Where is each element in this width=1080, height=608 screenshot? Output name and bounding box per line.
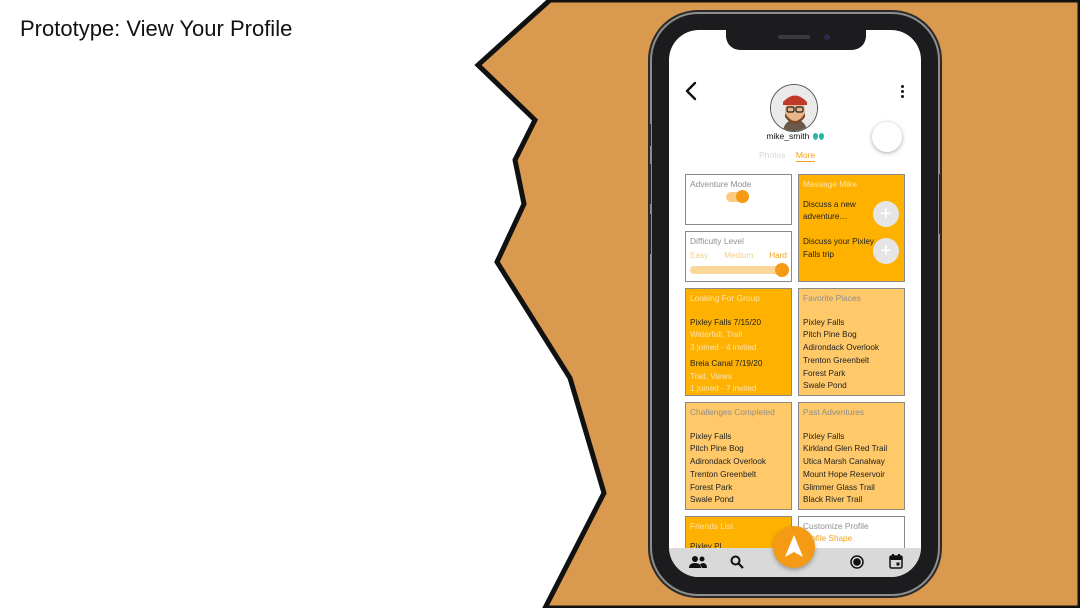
list-item[interactable]: Trenton Greenbelt xyxy=(803,355,900,368)
adventure-mode-card: Adventure Mode xyxy=(685,174,792,225)
list-item[interactable]: Pitch Pine Bog xyxy=(803,329,900,342)
card-title: Message Mike xyxy=(803,179,857,189)
plus-icon[interactable]: + xyxy=(873,238,899,264)
list-item[interactable]: Pixley Falls xyxy=(690,431,787,444)
list-item[interactable]: Adirondack Overlook xyxy=(803,342,900,355)
challenges-card: Challenges Completed Pixley Falls Pitch … xyxy=(685,402,792,510)
pin-icon xyxy=(818,133,824,140)
tab-more[interactable]: More xyxy=(795,150,816,162)
list-item[interactable]: Trenton Greenbelt xyxy=(690,469,787,482)
slide-title: Prototype: View Your Profile xyxy=(20,16,293,41)
profile-tabs: Photos More xyxy=(759,150,823,162)
volume-down-button xyxy=(648,214,651,254)
slider-thumb[interactable] xyxy=(775,263,789,278)
phone-frame: mike_smith Photos More Adventure Mode Di… xyxy=(648,14,942,594)
back-arrow-icon[interactable] xyxy=(683,80,701,102)
group-tags: Trail, Views xyxy=(690,371,732,381)
list-item[interactable]: Swale Pond xyxy=(690,494,787,507)
difficulty-labels: Easy Medium Hard xyxy=(690,250,787,263)
username: mike_smith xyxy=(766,131,810,141)
list-item[interactable]: Glimmer Glass Trail xyxy=(803,482,900,495)
difficulty-slider[interactable] xyxy=(690,263,789,278)
group-status: 3 joined - 4 invited xyxy=(690,343,757,353)
action-button[interactable] xyxy=(872,122,902,152)
phone-screen: mike_smith Photos More Adventure Mode Di… xyxy=(669,30,921,577)
compass-button[interactable] xyxy=(773,526,815,568)
adventure-mode-toggle[interactable] xyxy=(726,190,749,203)
list-item[interactable]: Black River Trail xyxy=(803,494,900,507)
compass-icon xyxy=(785,535,803,557)
card-title: Past Adventures xyxy=(803,407,864,417)
list-item[interactable]: Swale Pond xyxy=(803,380,900,393)
message-item[interactable]: Discuss a new adventure… xyxy=(803,199,881,224)
mute-switch xyxy=(648,124,651,146)
card-title: Favorite Places xyxy=(803,293,861,303)
tab-photos[interactable]: Photos xyxy=(759,150,785,160)
difficulty-easy[interactable]: Easy xyxy=(690,250,708,263)
power-button xyxy=(939,174,942,234)
list-item[interactable]: Pixley Falls xyxy=(803,431,900,444)
list-item[interactable]: Mount Hope Reservoir xyxy=(803,469,900,482)
message-item[interactable]: Discuss your Pixley Falls trip xyxy=(803,236,881,261)
plus-icon[interactable]: + xyxy=(873,201,899,227)
avatar xyxy=(770,84,818,132)
looking-for-group-card: Looking For Group Pixley Falls 7/15/20 W… xyxy=(685,288,792,396)
front-camera xyxy=(824,34,830,40)
more-options-icon[interactable] xyxy=(897,85,907,103)
card-title: Difficulty Level xyxy=(690,236,744,246)
toggle-knob xyxy=(736,190,749,203)
card-title: Customize Profile xyxy=(803,521,869,531)
difficulty-medium[interactable]: Medium xyxy=(724,250,753,263)
notch xyxy=(726,30,866,50)
friends-icon[interactable] xyxy=(689,555,707,569)
list-item[interactable]: Forest Park xyxy=(690,482,787,495)
volume-up-button xyxy=(648,164,651,204)
message-card: Message Mike Discuss a new adventure… Di… xyxy=(798,174,905,282)
list-item[interactable]: Profile Shape xyxy=(803,533,900,546)
avatar-face-icon xyxy=(771,85,817,131)
list-item[interactable]: Utica Marsh Canalway xyxy=(803,456,900,469)
card-title: Looking For Group xyxy=(690,293,760,303)
list-item[interactable]: Forest Park xyxy=(803,368,900,381)
card-title: Challenges Completed xyxy=(690,407,775,417)
group-status: 1 joined - 7 invited xyxy=(690,384,757,394)
past-adventures-card: Past Adventures Pixley Falls Kirkland Gl… xyxy=(798,402,905,510)
difficulty-hard[interactable]: Hard xyxy=(769,250,787,263)
group-name[interactable]: Pixley Falls 7/15/20 xyxy=(690,317,787,330)
favorite-places-card: Favorite Places Pixley Falls Pitch Pine … xyxy=(798,288,905,396)
difficulty-card: Difficulty Level Easy Medium Hard xyxy=(685,231,792,282)
group-tags: Waterfall, Trail xyxy=(690,330,743,340)
calendar-icon[interactable] xyxy=(889,554,903,569)
search-icon[interactable] xyxy=(730,555,744,569)
list-item[interactable]: Kirkland Glen Red Trail xyxy=(803,443,900,456)
list-item[interactable]: Pitch Pine Bog xyxy=(690,443,787,456)
pin-icon xyxy=(812,133,818,140)
list-item[interactable]: Pixley Falls xyxy=(803,317,900,330)
card-title: Adventure Mode xyxy=(690,179,752,189)
group-name[interactable]: Breia Canal 7/19/20 xyxy=(690,358,787,371)
speaker xyxy=(778,35,810,39)
record-icon[interactable] xyxy=(850,555,864,569)
list-item[interactable]: Adirondack Overlook xyxy=(690,456,787,469)
